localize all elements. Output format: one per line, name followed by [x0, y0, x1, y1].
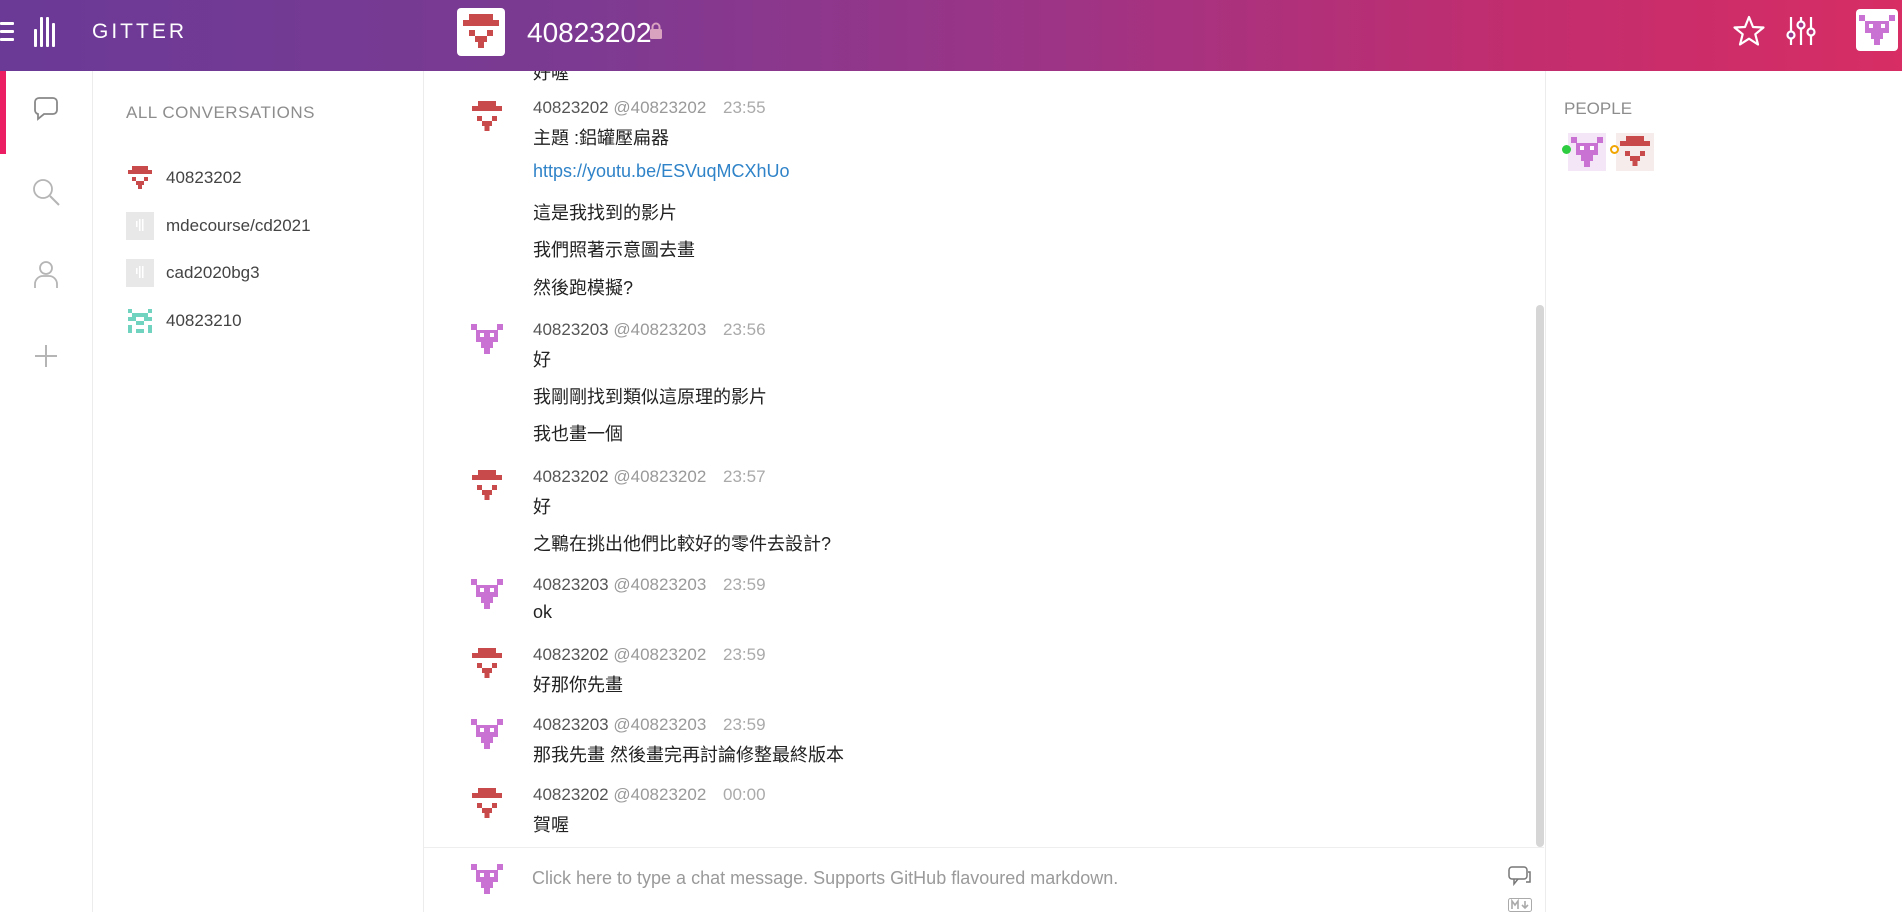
- top-header: GITTER 40823202: [0, 0, 1902, 71]
- gitter-room-icon: [126, 259, 154, 287]
- avatar: [128, 166, 152, 189]
- menu-icon[interactable]: [0, 17, 16, 47]
- conversation-name: mdecourse/cd2021: [166, 216, 311, 235]
- message-text: 那我先畫 然後畫完再討論修整最終版本: [533, 745, 844, 765]
- search-icon[interactable]: [30, 176, 62, 208]
- sender-name[interactable]: 40823203: [533, 575, 609, 594]
- person-avatar[interactable]: [1568, 133, 1606, 171]
- conversation-item[interactable]: mdecourse/cd2021: [126, 210, 311, 242]
- avatar: [128, 309, 152, 333]
- add-icon[interactable]: [30, 340, 62, 372]
- sender-username[interactable]: @40823203: [613, 715, 706, 734]
- message-text: 好: [533, 350, 551, 370]
- avatar[interactable]: [468, 715, 506, 753]
- message-meta: 40823202 @40823202 00:00: [533, 785, 766, 805]
- message-time[interactable]: 23:59: [723, 645, 766, 664]
- message-text: 賀喔: [533, 815, 569, 835]
- message-time[interactable]: 00:00: [723, 785, 766, 804]
- lock-icon: [650, 22, 662, 39]
- message-time[interactable]: 23:59: [723, 575, 766, 594]
- message-time[interactable]: 23:56: [723, 320, 766, 339]
- sender-name[interactable]: 40823202: [533, 98, 609, 117]
- avatar[interactable]: [468, 98, 506, 136]
- avatar[interactable]: [468, 467, 506, 505]
- user-avatar[interactable]: [1856, 9, 1898, 51]
- message-text: 然後跑模擬?: [533, 278, 634, 298]
- conversation-item[interactable]: 40823202: [126, 162, 242, 194]
- avatar[interactable]: [468, 320, 506, 358]
- room-avatar[interactable]: [457, 8, 505, 56]
- message-meta: 40823203 @40823203 23:56: [533, 320, 766, 340]
- conversation-item[interactable]: cad2020bg3: [126, 257, 260, 289]
- people-icon[interactable]: [30, 258, 62, 290]
- people-title: PEOPLE: [1564, 99, 1633, 118]
- message-link[interactable]: https://youtu.be/ESVuqMCXhUo: [533, 161, 789, 182]
- sender-name[interactable]: 40823203: [533, 715, 609, 734]
- gitter-logo-icon[interactable]: [34, 17, 58, 47]
- app-name[interactable]: GITTER: [92, 20, 187, 44]
- conversation-name: 40823202: [166, 168, 242, 187]
- message-meta: 40823203 @40823203 23:59: [533, 575, 766, 595]
- sender-name[interactable]: 40823203: [533, 320, 609, 339]
- partial-message-line: 好喔: [533, 71, 569, 83]
- room-title: 40823202: [527, 17, 652, 48]
- sender-username[interactable]: @40823202: [613, 785, 706, 804]
- sender-name[interactable]: 40823202: [533, 645, 609, 664]
- message-meta: 40823202 @40823202 23:57: [533, 467, 766, 487]
- chat-message-input[interactable]: [532, 858, 1512, 898]
- gitter-room-icon: [126, 212, 154, 240]
- sender-username[interactable]: @40823203: [613, 320, 706, 339]
- message-text: 我剛剛找到類似這原理的影片: [533, 387, 767, 407]
- star-icon[interactable]: [1732, 14, 1766, 48]
- message-text: 好那你先畫: [533, 675, 623, 695]
- person-avatar[interactable]: [1616, 133, 1654, 171]
- message-meta: 40823202 @40823202 23:59: [533, 645, 766, 665]
- away-status-dot: [1610, 145, 1619, 154]
- online-status-dot: [1562, 145, 1571, 154]
- message-text: ok: [533, 602, 553, 622]
- conversation-name: cad2020bg3: [166, 263, 260, 282]
- chat-timeline[interactable]: 好喔 40823202 @40823202 23:55 主題 :鋁罐壓扁器 ht…: [424, 71, 1544, 847]
- conversation-list-panel: ALL CONVERSATIONS 40823202 mdecourse/cd2…: [94, 71, 424, 912]
- people-panel: PEOPLE: [1545, 71, 1902, 912]
- conversation-item[interactable]: 40823210: [126, 305, 242, 337]
- chat-scrollbar[interactable]: [1536, 305, 1544, 847]
- conversations-title: ALL CONVERSATIONS: [126, 103, 315, 122]
- active-indicator: [0, 71, 6, 154]
- sender-username[interactable]: @40823202: [613, 467, 706, 486]
- markdown-icon[interactable]: [1508, 898, 1532, 912]
- avatar[interactable]: [468, 575, 506, 613]
- compose-mode-icon[interactable]: [1508, 866, 1532, 886]
- message-text: 這是我找到的影片: [533, 203, 677, 223]
- sender-username[interactable]: @40823203: [613, 575, 706, 594]
- message-text: 之鶤在挑出他們比較好的零件去設計?: [533, 534, 832, 554]
- avatar[interactable]: [468, 645, 506, 683]
- avatar: [471, 864, 503, 894]
- message-text: 好: [533, 497, 551, 517]
- sender-username[interactable]: @40823202: [613, 98, 706, 117]
- message-meta: 40823203 @40823203 23:59: [533, 715, 766, 735]
- message-time[interactable]: 23:55: [723, 98, 766, 117]
- avatar[interactable]: [468, 785, 506, 823]
- chat-input-area: [424, 847, 1544, 912]
- message-text: 我也畫一個: [533, 424, 623, 444]
- message-text: 主題 :鋁罐壓扁器: [533, 128, 670, 148]
- message-time[interactable]: 23:59: [723, 715, 766, 734]
- message-time[interactable]: 23:57: [723, 467, 766, 486]
- settings-sliders-icon[interactable]: [1784, 14, 1818, 48]
- sender-name[interactable]: 40823202: [533, 467, 609, 486]
- conversations-icon[interactable]: [30, 94, 62, 126]
- sender-username[interactable]: @40823202: [613, 645, 706, 664]
- sender-name[interactable]: 40823202: [533, 785, 609, 804]
- conversation-name: 40823210: [166, 311, 242, 330]
- message-meta: 40823202 @40823202 23:55: [533, 98, 766, 118]
- message-text: 我們照著示意圖去畫: [533, 240, 695, 260]
